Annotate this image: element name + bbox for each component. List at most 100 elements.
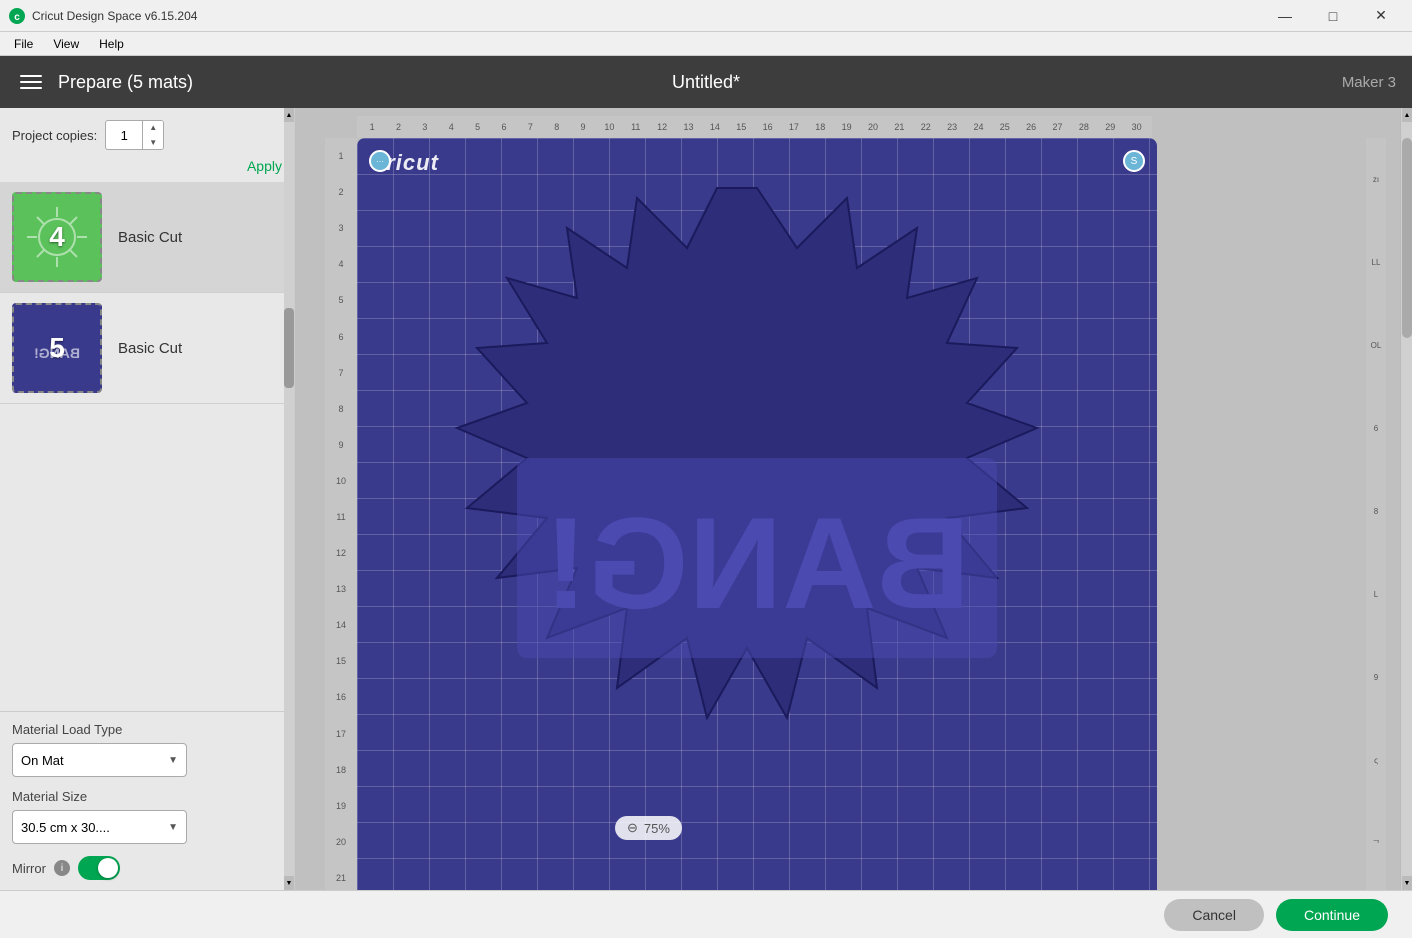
menu-file[interactable]: File [4, 35, 43, 53]
ruler-v-21: 21 [336, 860, 346, 890]
ruler-h-3: 3 [412, 122, 438, 132]
ruler-v-3: 3 [338, 210, 343, 246]
right-scroll-down-button[interactable]: ▼ [1402, 876, 1412, 890]
ruler-h-5: 5 [464, 122, 490, 132]
ruler-left: 1 2 3 4 5 6 7 8 9 10 11 12 13 14 15 16 1… [325, 138, 357, 890]
menu-help[interactable]: Help [89, 35, 134, 53]
menu-view[interactable]: View [43, 35, 89, 53]
zoom-minus-icon: ⊖ [627, 820, 638, 836]
continue-button[interactable]: Continue [1276, 899, 1388, 931]
right-scroll-thumb[interactable] [1402, 138, 1412, 338]
zoom-control[interactable]: ⊖ 75% [615, 816, 682, 840]
handle-top-left[interactable]: ··· [369, 150, 391, 172]
document-title: Untitled* [672, 72, 740, 93]
ruler-h-24: 24 [965, 122, 991, 132]
project-copies-label: Project copies: [12, 128, 97, 143]
zoom-value: 75% [644, 821, 670, 836]
material-load-type-label: Material Load Type [12, 722, 282, 737]
spinner-down-button[interactable]: ▼ [143, 135, 163, 150]
toggle-knob [98, 858, 118, 878]
maximize-button[interactable]: □ [1310, 0, 1356, 32]
ruler-v-18: 18 [336, 752, 346, 788]
ruler-v-14: 14 [336, 607, 346, 643]
scroll-thumb[interactable] [284, 308, 294, 388]
header-title: Prepare (5 mats) [58, 72, 193, 93]
ruler-h-4: 4 [438, 122, 464, 132]
titlebar: c Cricut Design Space v6.15.204 — □ ✕ [0, 0, 1412, 32]
main-layout: Project copies: ▲ ▼ Apply 4 [0, 108, 1412, 890]
app-header: Prepare (5 mats) Untitled* Maker 3 [0, 56, 1412, 108]
app-title: Cricut Design Space v6.15.204 [32, 9, 1262, 23]
scroll-up-button[interactable]: ▲ [284, 108, 294, 122]
ruler-h-6: 6 [491, 122, 517, 132]
right-scroll-up-button[interactable]: ▲ [1402, 108, 1412, 122]
mat-list: 4 Basic Cut [0, 182, 294, 711]
ruler-v-17: 17 [336, 716, 346, 752]
project-copies-input[interactable] [106, 128, 142, 143]
ruler-top: 1 2 3 4 5 6 7 8 9 10 11 12 13 14 15 16 1… [357, 116, 1152, 138]
apply-button[interactable]: Apply [0, 156, 294, 182]
ruler-h-18: 18 [807, 122, 833, 132]
scroll-down-button[interactable]: ▼ [284, 876, 294, 890]
ruler-h-16: 16 [754, 122, 780, 132]
ruler-v-11: 11 [336, 499, 345, 535]
minimize-button[interactable]: — [1262, 0, 1308, 32]
project-copies-row: Project copies: ▲ ▼ [0, 108, 294, 156]
mirror-label: Mirror [12, 861, 46, 876]
ruler-v-9: 9 [338, 427, 343, 463]
handle-top-right[interactable]: S [1123, 150, 1145, 172]
spinner-up-button[interactable]: ▲ [143, 120, 163, 135]
mat-design-icon-4 [22, 202, 92, 272]
mat-thumbnail-4: 4 [12, 192, 102, 282]
mat-design-icon-5: BANG! [22, 318, 92, 378]
ruler-v-15: 15 [336, 643, 346, 679]
material-size-dropdown[interactable]: 30.5 cm x 30.... ▼ [12, 810, 187, 844]
hamburger-line-2 [20, 81, 42, 83]
ruler-h-27: 27 [1044, 122, 1070, 132]
right-scrollbar[interactable]: ▲ ▼ [1400, 108, 1412, 890]
project-copies-spinner[interactable]: ▲ ▼ [105, 120, 164, 150]
ruler-h-10: 10 [596, 122, 622, 132]
device-name: Maker 3 [1342, 74, 1396, 91]
ruler-v-12: 12 [336, 535, 346, 571]
mirror-toggle[interactable] [78, 856, 120, 880]
ruler-h-13: 13 [675, 122, 701, 132]
ruler-v-13: 13 [336, 571, 346, 607]
ruler-h-15: 15 [728, 122, 754, 132]
bang-shape: BANG! [387, 178, 1127, 868]
ruler-h-9: 9 [570, 122, 596, 132]
ruler-v-19: 19 [336, 788, 346, 824]
size-dropdown-arrow-icon: ▼ [168, 822, 178, 833]
ruler-v-16: 16 [336, 679, 346, 715]
ruler-h-25: 25 [992, 122, 1018, 132]
left-panel: Project copies: ▲ ▼ Apply 4 [0, 108, 295, 890]
mirror-row: Mirror i [12, 856, 282, 880]
material-load-type-dropdown[interactable]: On Mat ▼ [12, 743, 187, 777]
ruler-h-1: 1 [359, 122, 385, 132]
material-size-label: Material Size [12, 789, 282, 804]
dropdown-arrow-icon: ▼ [168, 755, 178, 766]
svg-text:BANG!: BANG! [544, 490, 970, 636]
mat-label-5: Basic Cut [118, 340, 182, 357]
mat-item-4[interactable]: 4 Basic Cut [0, 182, 294, 293]
ruler-h-8: 8 [544, 122, 570, 132]
mirror-info-icon[interactable]: i [54, 860, 70, 876]
ruler-h-20: 20 [860, 122, 886, 132]
cancel-button[interactable]: Cancel [1164, 899, 1264, 931]
close-button[interactable]: ✕ [1358, 0, 1404, 32]
ruler-h-29: 29 [1097, 122, 1123, 132]
ruler-left-inner: 1 2 3 4 5 6 7 8 9 10 11 12 13 14 15 16 1… [325, 138, 357, 890]
ruler-h-7: 7 [517, 122, 543, 132]
spinner-arrows: ▲ ▼ [142, 120, 163, 150]
hamburger-button[interactable] [16, 71, 46, 93]
window-controls: — □ ✕ [1262, 0, 1404, 32]
left-panel-scrollbar[interactable]: ▲ ▼ [284, 108, 294, 890]
mat-item-5[interactable]: 5 BANG! Basic Cut [0, 293, 294, 404]
hamburger-line-1 [20, 75, 42, 77]
material-size-value: 30.5 cm x 30.... [21, 820, 110, 835]
ruler-h-11: 11 [623, 122, 649, 132]
material-settings: Material Load Type On Mat ▼ Material Siz… [0, 711, 294, 890]
ruler-v-4: 4 [338, 246, 343, 282]
mat-label-4: Basic Cut [118, 229, 182, 246]
ruler-top-inner: 1 2 3 4 5 6 7 8 9 10 11 12 13 14 15 16 1… [357, 116, 1152, 138]
